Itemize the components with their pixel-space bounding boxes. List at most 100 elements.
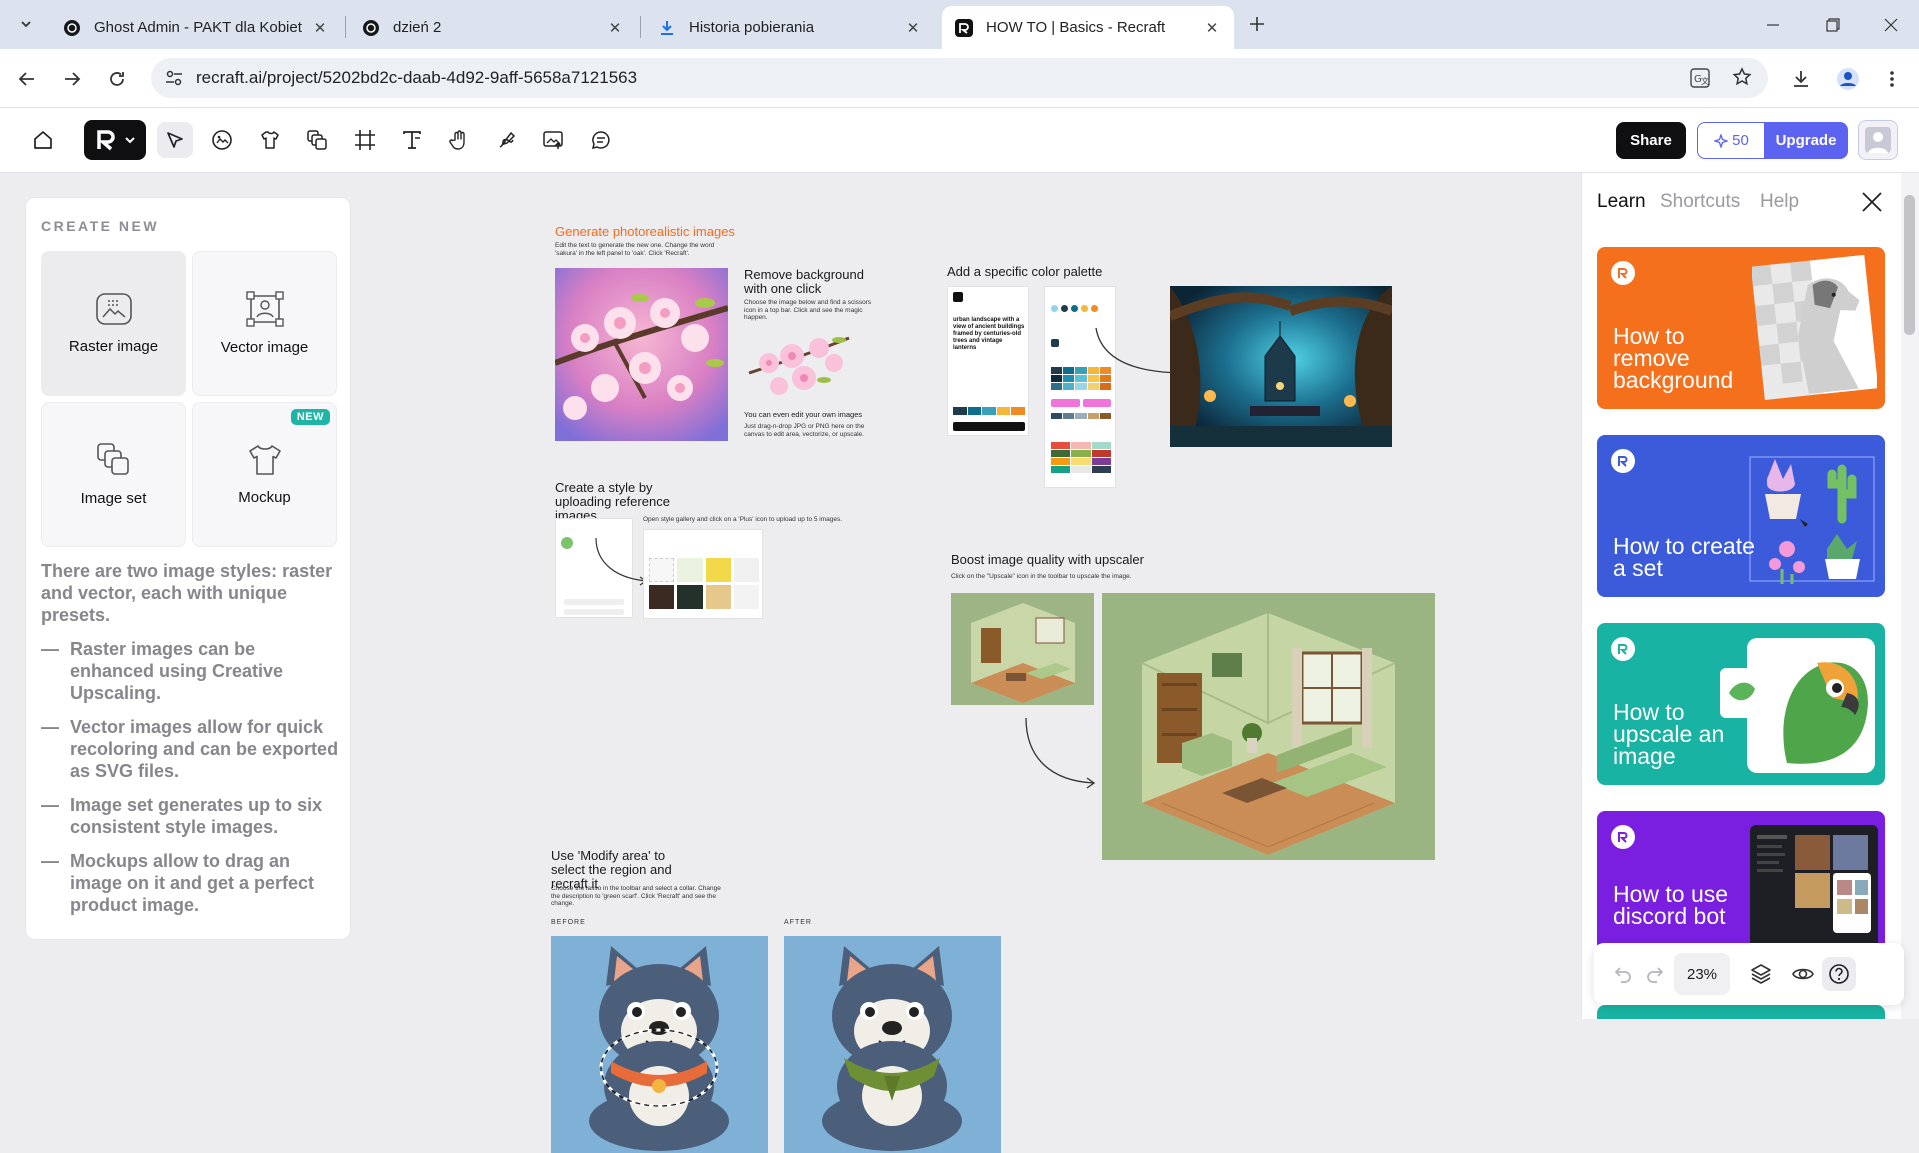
download-favicon-icon — [657, 18, 677, 38]
mockup-swatches — [953, 407, 1025, 415]
user-avatar-icon — [1865, 127, 1891, 153]
home-icon[interactable] — [25, 122, 61, 158]
scrollbar-thumb[interactable] — [1904, 195, 1915, 335]
learn-card-create-set[interactable]: How to create a set — [1597, 435, 1885, 597]
lasso-tool-icon[interactable] — [489, 122, 525, 158]
recraft-bar — [564, 609, 624, 615]
palettes-panel-mockup — [1044, 286, 1116, 488]
create-new-panel: CREATE NEW Raster image Vector image Ima… — [25, 197, 351, 940]
preview-eye-icon[interactable] — [1786, 957, 1820, 991]
select-tool-icon[interactable] — [157, 122, 193, 158]
recraft-logo-menu[interactable] — [84, 120, 146, 160]
cutout-sakura-image[interactable] — [744, 318, 854, 408]
recraft-logo-icon — [97, 130, 115, 151]
reload-icon[interactable] — [101, 63, 133, 95]
learn-card-remove-background[interactable]: How to remove background — [1597, 247, 1885, 409]
pink-buttons — [1051, 399, 1111, 407]
learn-card-partial[interactable] — [1597, 1005, 1885, 1019]
layers-icon[interactable] — [1744, 957, 1778, 991]
raster-image-icon — [95, 293, 132, 325]
browser-tab-historia[interactable]: Historia pobierania ✕ — [645, 6, 935, 49]
tab-search-chevron-icon[interactable] — [10, 8, 42, 40]
text-tool-icon[interactable] — [394, 122, 430, 158]
learn-card-upscale-image[interactable]: How to upscale an image — [1597, 623, 1885, 785]
frame-tool-icon[interactable] — [347, 122, 383, 158]
learn-card-discord-bot[interactable]: How to use discord bot — [1597, 811, 1885, 951]
share-button[interactable]: Share — [1616, 122, 1686, 159]
hand-tool-icon[interactable] — [441, 122, 477, 158]
redo-icon[interactable] — [1638, 957, 1672, 991]
close-window-icon[interactable] — [1876, 10, 1906, 40]
downloads-icon[interactable] — [1785, 63, 1817, 95]
learn-card-title: How to use discord bot — [1613, 881, 1729, 929]
palette-grid-3 — [1051, 442, 1111, 473]
upload-image-tool-icon[interactable] — [536, 122, 572, 158]
sakura-image[interactable] — [555, 268, 728, 441]
layer-colors — [1051, 305, 1098, 312]
dog-after-image[interactable] — [784, 936, 1001, 1153]
greyhound-icon — [1752, 255, 1877, 400]
room-upscaled-image[interactable] — [1102, 593, 1435, 860]
learn-card-title: How to create a set — [1613, 533, 1755, 581]
prompt-panel-mockup: urban landscape with a view of ancient b… — [947, 286, 1029, 436]
fantasy-village-image[interactable] — [1170, 286, 1392, 447]
back-arrow-icon[interactable] — [11, 63, 43, 95]
close-tab-icon[interactable]: ✕ — [903, 19, 923, 37]
vector-image-card[interactable]: Vector image — [192, 251, 337, 396]
new-tab-plus-icon[interactable] — [1241, 8, 1273, 40]
remove-bg-title: Remove background with one click — [744, 267, 864, 296]
tab-divider — [345, 16, 346, 38]
add-palette-bar — [564, 599, 624, 605]
comment-tool-icon[interactable] — [583, 122, 619, 158]
image-generate-tool-icon[interactable] — [204, 122, 240, 158]
bookmark-star-icon[interactable] — [1732, 67, 1752, 92]
learn-card-title: How to remove background — [1613, 323, 1734, 393]
close-panel-icon[interactable] — [1861, 191, 1883, 218]
undo-icon[interactable] — [1606, 957, 1640, 991]
mockup-tool-icon[interactable] — [252, 122, 288, 158]
tab-learn[interactable]: Learn — [1597, 191, 1646, 213]
svg-text:文: 文 — [1701, 76, 1709, 86]
close-tab-icon[interactable]: ✕ — [310, 19, 330, 37]
user-avatar[interactable] — [1858, 120, 1898, 160]
image-set-tool-icon[interactable] — [299, 122, 335, 158]
browser-tab-ghost-admin[interactable]: Ghost Admin - PAKT dla Kobiet ✕ — [50, 6, 342, 49]
learn-card-title: How to upscale an image — [1613, 699, 1725, 769]
image-set-card[interactable]: Image set — [41, 402, 186, 547]
translate-icon[interactable]: G文 — [1690, 68, 1710, 93]
minimize-window-icon[interactable] — [1758, 10, 1788, 40]
upscale-section-desc: Click on the "Upscale" icon in the toolb… — [951, 573, 1132, 580]
card-label: Mockup — [238, 489, 291, 506]
close-tab-icon[interactable]: ✕ — [1202, 19, 1222, 37]
close-tab-icon[interactable]: ✕ — [605, 19, 625, 37]
recraft-logo-icon — [1611, 449, 1635, 473]
browser-tab-recraft[interactable]: HOW TO | Basics - Recraft ✕ — [942, 6, 1234, 49]
tab-title: HOW TO | Basics - Recraft — [986, 19, 1166, 36]
style-thumbnails — [649, 558, 759, 609]
card-label: Image set — [80, 490, 147, 507]
browser-tab-dzien-2[interactable]: dzień 2 ✕ — [349, 6, 637, 49]
room-small-image[interactable] — [951, 593, 1094, 705]
sparkle-icon — [1714, 133, 1729, 148]
help-question-icon[interactable] — [1822, 957, 1856, 991]
card-label: Vector image — [220, 339, 309, 356]
tab-shortcuts[interactable]: Shortcuts — [1660, 191, 1740, 213]
profile-icon[interactable] — [1832, 63, 1864, 95]
tab-title: Ghost Admin - PAKT dla Kobiet — [94, 19, 302, 36]
chevron-down-icon — [125, 137, 135, 144]
zoom-level[interactable]: 23% — [1674, 953, 1730, 995]
upgrade-button[interactable]: Upgrade — [1764, 122, 1848, 159]
site-settings-icon[interactable] — [165, 69, 183, 92]
mockup-card[interactable]: NEW Mockup — [192, 402, 337, 547]
browser-menu-icon[interactable] — [1876, 63, 1908, 95]
forward-arrow-icon[interactable] — [56, 63, 88, 95]
omnibox[interactable]: recraft.ai/project/5202bd2c-daab-4d92-9a… — [151, 58, 1768, 98]
t-shirt-icon — [248, 445, 281, 475]
ghost-favicon-icon — [62, 18, 82, 38]
design-canvas[interactable]: Generate photorealistic images Edit the … — [351, 173, 1581, 1153]
credits-counter[interactable]: 50 — [1697, 122, 1765, 159]
tab-help[interactable]: Help — [1760, 191, 1799, 213]
dog-before-image[interactable] — [551, 936, 768, 1153]
restore-window-icon[interactable] — [1818, 10, 1848, 40]
raster-image-card[interactable]: Raster image — [41, 251, 186, 396]
